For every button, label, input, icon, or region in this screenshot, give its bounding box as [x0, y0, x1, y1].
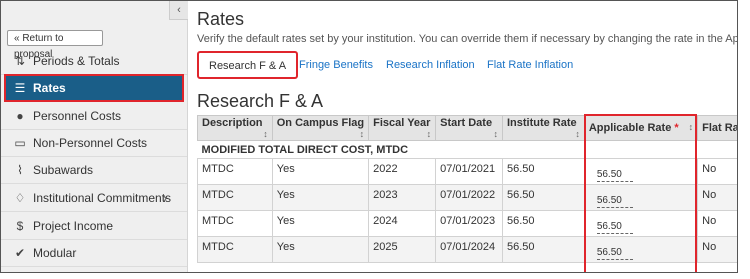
- sidebar-item-personnel-costs[interactable]: ● Personnel Costs: [1, 102, 187, 130]
- app-window: ‹ « Return to proposal ⇅ Periods & Total…: [0, 0, 738, 273]
- sidebar-item-label: Subawards: [33, 162, 94, 177]
- paperclip-icon: ⌇: [17, 162, 23, 177]
- sidebar-item-label: Project Income: [33, 218, 114, 233]
- sidebar-item-periods-totals[interactable]: ⇅ Periods & Totals: [1, 47, 187, 75]
- tab-fringe-benefits[interactable]: Fringe Benefits: [299, 51, 373, 79]
- table-header-row: Description ↕ On Campus Flag ↕ Fiscal Year…: [197, 115, 737, 141]
- cell-flat-rate: No: [697, 158, 737, 185]
- page-title: Rates: [197, 9, 245, 29]
- applicable-rate-input[interactable]: 56.50: [596, 247, 633, 260]
- main-content: Rates Verify the default rates set by yo…: [187, 1, 738, 272]
- cell-on-campus: Yes: [271, 158, 370, 185]
- cell-fiscal-year: 2022: [368, 158, 437, 185]
- table-row: MTDC Yes 2023 07/01/2022 56.50 56.50 No: [197, 184, 737, 211]
- sidebar-item-non-personnel-costs[interactable]: ▭ Non-Personnel Costs: [1, 129, 187, 157]
- cell-on-campus: Yes: [271, 210, 370, 237]
- cell-applicable-rate: 56.50: [583, 210, 699, 237]
- cell-applicable-rate: 56.50: [583, 184, 699, 211]
- cell-start-date: 07/01/2021: [435, 158, 503, 185]
- cell-fiscal-year: 2025: [368, 236, 437, 263]
- sort-icon[interactable]: ↕: [689, 122, 694, 132]
- sidebar-item-label: Modular: [33, 245, 77, 260]
- rates-table: Description ↕ On Campus Flag ↕ Fiscal Year…: [197, 115, 738, 263]
- sort-icon[interactable]: ↕: [360, 129, 365, 139]
- chevron-right-icon[interactable]: ›: [163, 191, 167, 205]
- required-marker: *: [674, 122, 679, 134]
- document-icon: ▭: [14, 135, 26, 150]
- column-header-flat-rate[interactable]: Flat Rate: [697, 115, 737, 141]
- cell-start-date: 07/01/2023: [435, 210, 503, 237]
- table-row: MTDC Yes 2022 07/01/2021 56.50 56.50 No: [197, 158, 737, 185]
- sidebar-item-label: Non-Personnel Costs: [33, 135, 148, 150]
- column-header-on-campus-flag[interactable]: On Campus Flag ↕: [271, 115, 370, 141]
- sort-icon[interactable]: ↕: [493, 129, 498, 139]
- collapse-sidebar-button[interactable]: ‹: [169, 1, 188, 20]
- column-header-applicable-rate[interactable]: Applicable Rate * ↕: [583, 115, 699, 141]
- applicable-rate-input[interactable]: 56.50: [596, 169, 633, 182]
- cell-description: MTDC: [197, 184, 273, 211]
- sidebar-item-label: Personnel Costs: [33, 108, 122, 123]
- table-row: MTDC Yes 2024 07/01/2023 56.50 56.50 No: [197, 210, 737, 237]
- cell-description: MTDC: [197, 158, 273, 185]
- cell-institute-rate: 56.50: [501, 158, 585, 185]
- dollar-icon: $: [16, 218, 24, 233]
- cell-start-date: 07/01/2022: [435, 184, 503, 211]
- sort-icon[interactable]: ↕: [263, 129, 268, 139]
- sidebar-item-label: Institutional Commitments: [33, 190, 172, 205]
- column-header-fiscal-year[interactable]: Fiscal Year ↕: [368, 115, 437, 141]
- sidebar: ‹ « Return to proposal ⇅ Periods & Total…: [1, 1, 188, 272]
- cell-on-campus: Yes: [271, 236, 370, 263]
- cell-institute-rate: 56.50: [501, 210, 585, 237]
- cell-start-date: 07/01/2024: [435, 236, 503, 263]
- sort-icon[interactable]: ↕: [427, 129, 432, 139]
- sidebar-item-rates[interactable]: ☰ Rates: [4, 74, 184, 102]
- sidebar-item-subawards[interactable]: ⌇ Subawards: [1, 156, 187, 184]
- group-label: MODIFIED TOTAL DIRECT COST, MTDC: [201, 144, 409, 156]
- bell-icon: ♢: [14, 190, 26, 205]
- sort-icon: ⇅: [14, 53, 26, 68]
- cell-on-campus: Yes: [271, 184, 370, 211]
- section-title: Research F & A: [197, 91, 324, 111]
- cell-institute-rate: 56.50: [501, 236, 585, 263]
- check-icon: ✔: [14, 245, 26, 260]
- cell-description: MTDC: [197, 210, 273, 237]
- person-icon: ●: [16, 108, 24, 123]
- sidebar-item-modular[interactable]: ✔ Modular: [1, 239, 187, 267]
- cell-flat-rate: No: [697, 184, 737, 211]
- tab-research-inflation[interactable]: Research Inflation: [386, 51, 475, 79]
- rate-tabs: Research F & A Fringe Benefits Research …: [197, 51, 737, 79]
- cell-applicable-rate: 56.50: [583, 158, 699, 185]
- rates-icon: ☰: [14, 81, 26, 95]
- tab-flat-rate-inflation[interactable]: Flat Rate Inflation: [487, 51, 573, 79]
- table-row: MTDC Yes 2025 07/01/2024 56.50 56.50 No: [197, 236, 737, 263]
- cell-flat-rate: No: [697, 210, 737, 237]
- applicable-rate-input[interactable]: 56.50: [596, 195, 633, 208]
- sidebar-item-project-income[interactable]: $ Project Income: [1, 212, 187, 240]
- cell-fiscal-year: 2023: [368, 184, 437, 211]
- column-header-description[interactable]: Description ↕: [197, 115, 273, 141]
- sidebar-item-label: Periods & Totals: [33, 53, 120, 68]
- cell-fiscal-year: 2024: [368, 210, 437, 237]
- column-header-institute-rate[interactable]: Institute Rate ↕: [501, 115, 585, 141]
- cell-description: MTDC: [197, 236, 273, 263]
- sidebar-item-label: Rates: [33, 81, 66, 95]
- sidebar-item-institutional-commitments[interactable]: ♢ Institutional Commitments ›: [1, 184, 187, 212]
- cell-flat-rate: No: [697, 236, 737, 263]
- return-to-proposal-button[interactable]: « Return to proposal: [7, 30, 103, 60]
- page-description: Verify the default rates set by your ins…: [197, 33, 738, 45]
- applicable-rate-input[interactable]: 56.50: [596, 221, 633, 234]
- sort-icon[interactable]: ↕: [575, 129, 580, 139]
- tab-research-fa[interactable]: Research F & A: [197, 51, 299, 79]
- column-header-start-date[interactable]: Start Date ↕: [435, 115, 503, 141]
- cell-institute-rate: 56.50: [501, 184, 585, 211]
- cell-applicable-rate: 56.50: [583, 236, 699, 263]
- group-row: MODIFIED TOTAL DIRECT COST, MTDC: [198, 141, 738, 159]
